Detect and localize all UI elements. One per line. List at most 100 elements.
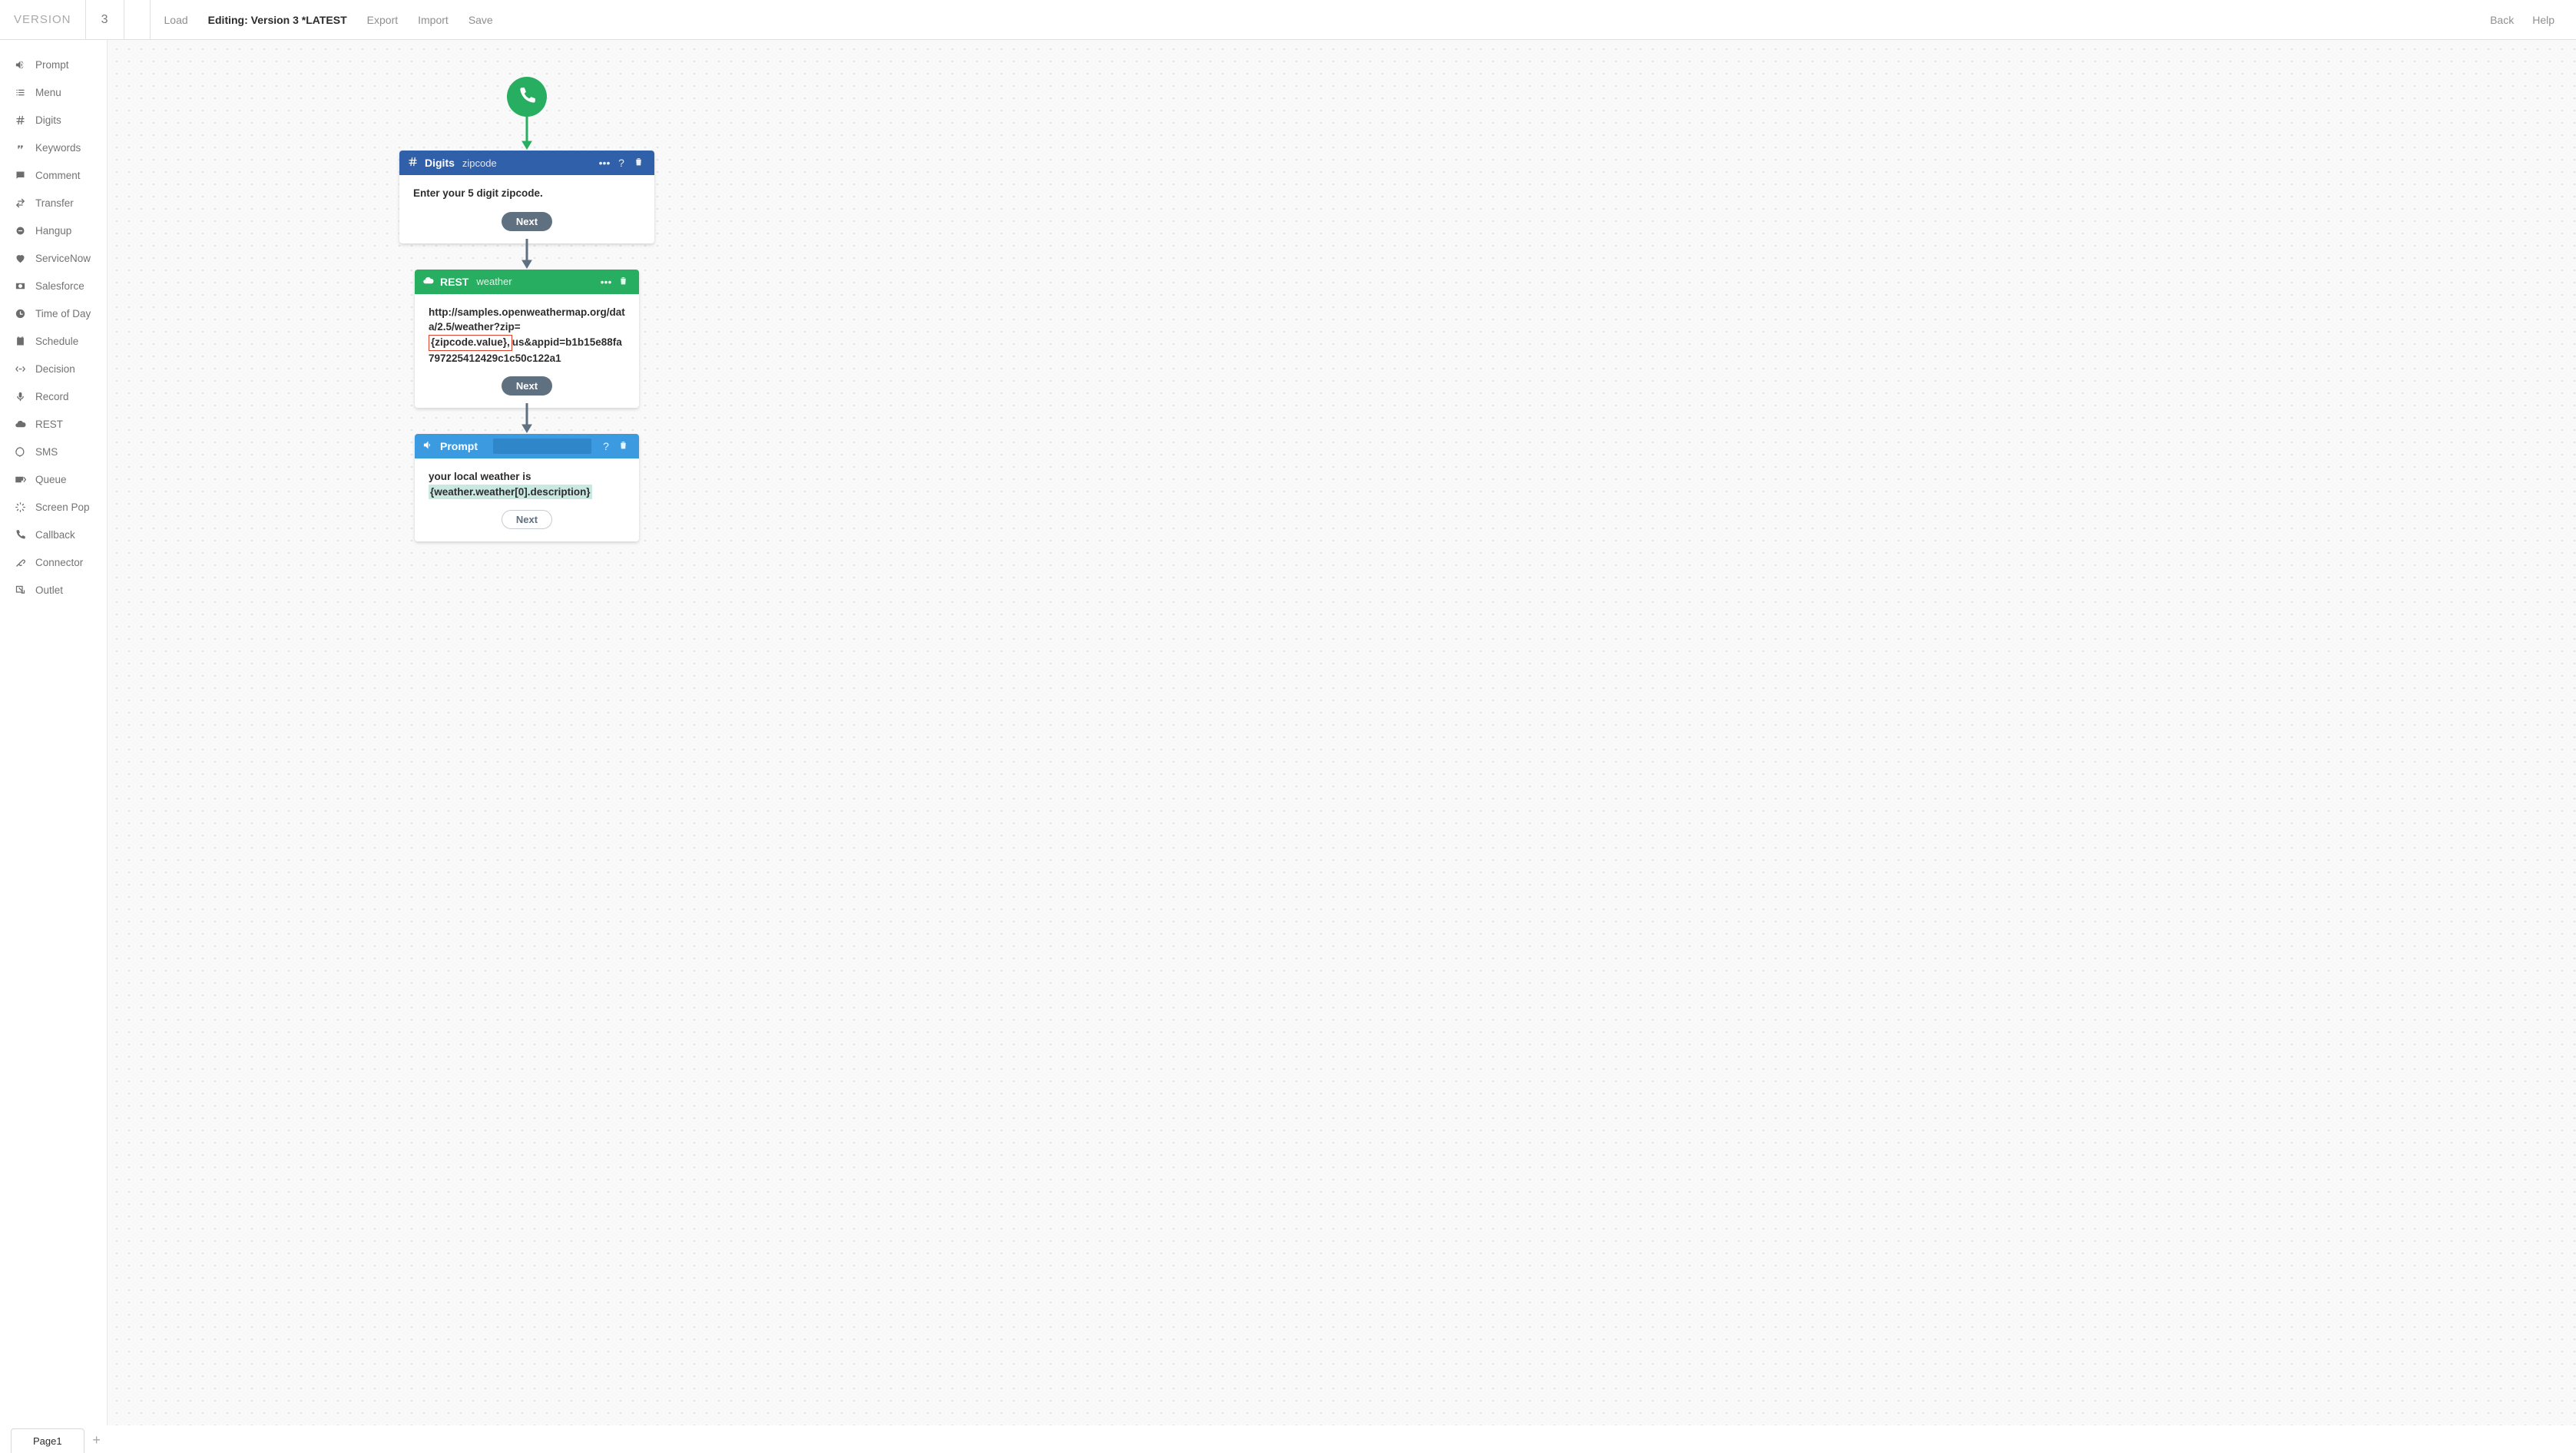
- topbar-divider: [124, 0, 151, 39]
- clock-icon: [14, 308, 26, 319]
- transfer-icon: [14, 197, 26, 209]
- sidebar-item-rest[interactable]: REST: [0, 410, 107, 438]
- sidebar-item-comment[interactable]: Comment: [0, 161, 107, 189]
- flow-canvas[interactable]: Digits zipcode ••• ? Enter your 5 digit …: [108, 40, 2576, 1425]
- version-number[interactable]: 3: [85, 0, 124, 39]
- queue-icon: [14, 474, 26, 485]
- sidebar-item-keywords[interactable]: Keywords: [0, 134, 107, 161]
- digits-body: Enter your 5 digit zipcode.: [399, 175, 654, 217]
- sidebar-item-label: Prompt: [35, 59, 69, 71]
- sidebar-item-label: Transfer: [35, 197, 74, 209]
- rest-name: weather: [476, 276, 512, 287]
- add-page-button[interactable]: +: [84, 1432, 109, 1453]
- sidebar-item-timeofday[interactable]: Time of Day: [0, 300, 107, 327]
- sms-icon: [14, 446, 26, 458]
- sidebar-item-label: Hangup: [35, 225, 71, 237]
- rest-url-prefix: http://samples.openweathermap.org/data/2…: [429, 306, 625, 333]
- sidebar-item-servicenow[interactable]: ServiceNow: [0, 244, 107, 272]
- sidebar-item-schedule[interactable]: Schedule: [0, 327, 107, 355]
- sidebar-item-digits[interactable]: Digits: [0, 106, 107, 134]
- hash-icon: [14, 114, 26, 126]
- prompt-body-text: your local weather is: [429, 471, 531, 482]
- hangup-icon: [14, 225, 26, 237]
- comment-icon: [14, 170, 26, 181]
- sidebar-item-label: Screen Pop: [35, 501, 90, 513]
- import-button[interactable]: Import: [418, 14, 449, 26]
- rest-url-variable: {zipcode.value},: [429, 335, 512, 351]
- sidebar-item-sms[interactable]: SMS: [0, 438, 107, 465]
- outlet-icon: [14, 584, 26, 596]
- rest-title: REST: [440, 276, 469, 288]
- prompt-body: your local weather is {weather.weather[0…: [415, 458, 639, 515]
- more-icon[interactable]: •••: [598, 276, 614, 288]
- digits-header[interactable]: Digits zipcode ••• ?: [399, 151, 654, 175]
- sidebar-item-transfer[interactable]: Transfer: [0, 189, 107, 217]
- sidebar-item-label: ServiceNow: [35, 253, 91, 264]
- list-icon: [14, 87, 26, 98]
- sidebar-item-label: Queue: [35, 474, 67, 485]
- version-label: VERSION: [0, 13, 85, 26]
- help-button[interactable]: Help: [2532, 14, 2554, 26]
- sidebar-item-callback[interactable]: Callback: [0, 521, 107, 548]
- export-button[interactable]: Export: [367, 14, 398, 26]
- digits-next-button[interactable]: Next: [502, 212, 552, 231]
- rest-node[interactable]: REST weather ••• http://samples.openweat…: [415, 270, 639, 409]
- sidebar-item-label: Schedule: [35, 336, 78, 347]
- flow-container: Digits zipcode ••• ? Enter your 5 digit …: [399, 77, 654, 541]
- sidebar-item-label: Salesforce: [35, 280, 84, 292]
- sidebar-item-screenpop[interactable]: Screen Pop: [0, 493, 107, 521]
- sidebar-item-label: Record: [35, 391, 69, 402]
- sidebar-item-label: Menu: [35, 87, 61, 98]
- help-icon[interactable]: ?: [613, 157, 630, 169]
- main-split: Prompt Menu Digits Keywords Comment Tran…: [0, 40, 2576, 1425]
- quote-icon: [14, 142, 26, 154]
- trash-icon[interactable]: [614, 276, 631, 288]
- sidebar-item-salesforce[interactable]: Salesforce: [0, 272, 107, 300]
- prompt-node[interactable]: Prompt ? your local weather is {weather.…: [415, 434, 639, 541]
- rest-header[interactable]: REST weather •••: [415, 270, 639, 294]
- load-button[interactable]: Load: [164, 14, 188, 26]
- rest-next-button[interactable]: Next: [502, 376, 552, 396]
- heart-icon: [14, 253, 26, 264]
- sidebar-item-prompt[interactable]: Prompt: [0, 51, 107, 78]
- sidebar-item-outlet[interactable]: Outlet: [0, 576, 107, 604]
- sidebar-item-label: Time of Day: [35, 308, 91, 319]
- sidebar-item-queue[interactable]: Queue: [0, 465, 107, 493]
- connector-icon: [14, 557, 26, 568]
- sidebar-item-label: Decision: [35, 363, 75, 375]
- start-node[interactable]: [507, 77, 547, 117]
- digits-node[interactable]: Digits zipcode ••• ? Enter your 5 digit …: [399, 151, 654, 243]
- prompt-body-variable: {weather.weather[0].description}: [429, 485, 592, 500]
- version-block: VERSION 3: [0, 0, 124, 39]
- prompt-header[interactable]: Prompt ?: [415, 434, 639, 458]
- sidebar-item-menu[interactable]: Menu: [0, 78, 107, 106]
- sidebar-item-label: Keywords: [35, 142, 81, 154]
- more-icon[interactable]: •••: [596, 157, 613, 169]
- sidebar-item-record[interactable]: Record: [0, 382, 107, 410]
- sidebar-item-label: Outlet: [35, 584, 63, 596]
- speaker-icon: [14, 59, 26, 71]
- speaker-icon: [422, 439, 434, 453]
- digits-name: zipcode: [462, 157, 497, 169]
- page-tab-1[interactable]: Page1: [11, 1428, 84, 1453]
- help-icon[interactable]: ?: [598, 440, 614, 452]
- decision-icon: [14, 363, 26, 375]
- save-button[interactable]: Save: [469, 14, 493, 26]
- sidebar-item-label: Callback: [35, 529, 75, 541]
- prompt-title: Prompt: [440, 440, 478, 452]
- trash-icon[interactable]: [630, 157, 647, 169]
- prompt-next-button[interactable]: Next: [502, 510, 552, 529]
- back-button[interactable]: Back: [2490, 14, 2514, 26]
- arrow-digits-to-rest: [519, 239, 535, 270]
- phone-start-icon: [517, 86, 537, 108]
- sidebar-item-hangup[interactable]: Hangup: [0, 217, 107, 244]
- sidebar-item-connector[interactable]: Connector: [0, 548, 107, 576]
- sidebar-item-label: Digits: [35, 114, 61, 126]
- hash-icon: [407, 156, 419, 170]
- cloud-icon: [14, 419, 26, 430]
- sidebar-item-decision[interactable]: Decision: [0, 355, 107, 382]
- top-right: Back Help: [2490, 0, 2576, 39]
- editing-label: Editing: Version 3 *LATEST: [208, 14, 347, 26]
- prompt-name-input[interactable]: [493, 439, 591, 454]
- trash-icon[interactable]: [614, 440, 631, 452]
